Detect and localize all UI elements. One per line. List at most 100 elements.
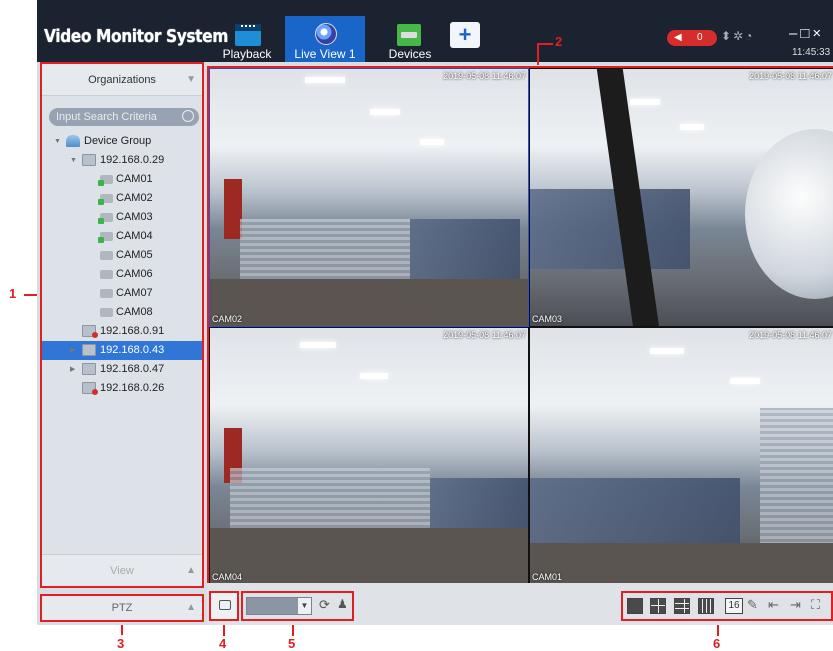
gear-icon[interactable]: ✲: [733, 29, 745, 43]
refresh-icon[interactable]: ⟳: [319, 597, 330, 613]
video-timestamp: 2019-05-08 11:46:07: [749, 71, 832, 81]
tree-item-cam01[interactable]: CAM01: [42, 170, 202, 189]
alarm-badge[interactable]: ◀ 0: [667, 30, 717, 46]
tree-item-192-168-0-91[interactable]: 192.168.0.91: [42, 322, 202, 341]
expand-arrow-icon[interactable]: ▶: [70, 341, 75, 360]
tree-item-label: CAM01: [116, 173, 153, 185]
ceiling-light: [730, 378, 760, 384]
organizations-header[interactable]: Organizations ▼: [42, 64, 202, 96]
maximize-icon[interactable]: □: [800, 25, 812, 42]
nvr-icon: [82, 382, 98, 395]
search-icon[interactable]: [182, 110, 194, 122]
previous-page-icon[interactable]: ⇤: [768, 597, 779, 613]
glass-partition: [230, 468, 430, 528]
header-icons: ⬍✲◔: [721, 29, 754, 43]
video-timestamp: 2019-05-08 11:46:07: [749, 330, 832, 340]
camera-icon: [100, 270, 113, 279]
camera-icon: [98, 213, 113, 224]
tab-live-view[interactable]: Live View 1: [285, 16, 365, 62]
tree-item-cam03[interactable]: CAM03: [42, 208, 202, 227]
tab-devices[interactable]: Devices: [377, 16, 443, 62]
snapshot-button[interactable]: [209, 591, 239, 621]
video-timestamp: 2019-05-08 11:46:07: [443, 71, 526, 81]
tab-live-view-label: Live View 1: [294, 47, 356, 61]
tree-item-192-168-0-26[interactable]: 192.168.0.26: [42, 379, 202, 398]
video-cell-3[interactable]: 2019-05-08 11:46:07 CAM04: [209, 327, 529, 585]
tree-item-192-168-0-47[interactable]: ▶ 192.168.0.47: [42, 360, 202, 379]
edit-icon[interactable]: ✎: [747, 597, 758, 613]
ptz-title: PTZ: [111, 602, 133, 614]
tree-item-cam04[interactable]: CAM04: [42, 227, 202, 246]
nvr-icon: [82, 344, 96, 356]
minimize-icon[interactable]: –: [789, 25, 800, 42]
nvr-icon: [82, 325, 98, 338]
annotation-2-line: [537, 43, 553, 45]
tree-item-label: 192.168.0.26: [100, 382, 165, 394]
annotation-5-line: [292, 624, 294, 636]
tree-item-device-group[interactable]: ▼ Device Group: [42, 132, 202, 151]
tree-item-label: 192.168.0.29: [100, 154, 165, 166]
camera-icon: [98, 194, 113, 205]
video-camera-name: CAM01: [532, 572, 563, 582]
video-grid: 2019-05-08 11:46:07 CAM02 2019-05-08 11:…: [207, 66, 833, 585]
chevron-up-icon[interactable]: ▲: [186, 555, 196, 587]
video-cell-2[interactable]: 2019-05-08 11:46:07 CAM03: [529, 68, 833, 327]
video-camera-name: CAM03: [532, 314, 563, 324]
tree-item-192-168-0-43[interactable]: ▶ 192.168.0.43: [42, 341, 202, 360]
tree-item-label: 192.168.0.91: [100, 325, 165, 337]
nvr-icon: [82, 363, 96, 375]
chevron-down-icon[interactable]: ▼: [186, 64, 196, 96]
chevron-up-icon[interactable]: ▲: [186, 596, 196, 620]
close-icon[interactable]: ×: [812, 25, 824, 42]
view-section-header[interactable]: View ▲: [42, 554, 202, 586]
chevron-down-icon[interactable]: ▼: [298, 598, 311, 614]
tree-item-label: 192.168.0.43: [100, 344, 165, 356]
clock: 11:45:33: [792, 47, 831, 58]
tree-item-label: CAM05: [116, 249, 153, 261]
tree-item-192-168-0-29[interactable]: ▼ 192.168.0.29: [42, 151, 202, 170]
tree-item-label: CAM03: [116, 211, 153, 223]
video-cell-1[interactable]: 2019-05-08 11:46:07 CAM02: [209, 68, 529, 327]
user-icon[interactable]: ♟: [337, 597, 348, 611]
layout-4-icon[interactable]: [650, 598, 666, 614]
expand-arrow-icon[interactable]: ▶: [70, 360, 75, 379]
tree-item-cam02[interactable]: CAM02: [42, 189, 202, 208]
add-tab-button[interactable]: +: [450, 22, 480, 48]
ceiling-light: [650, 348, 684, 354]
camera-icon: [100, 251, 113, 260]
organizations-title: Organizations: [88, 74, 156, 86]
app-window: Video Monitor System Playback Live View …: [37, 0, 833, 625]
tab-playback[interactable]: Playback: [217, 16, 277, 62]
layout-8-icon[interactable]: [698, 598, 714, 614]
layout-16-button[interactable]: 16: [725, 598, 743, 614]
fullscreen-icon[interactable]: ⛶: [811, 597, 820, 613]
nvr-icon: [82, 154, 96, 166]
tree-item-cam05[interactable]: CAM05: [42, 246, 202, 265]
window-controls: –□×: [789, 25, 824, 42]
collapse-arrow-icon[interactable]: ▼: [70, 151, 77, 170]
tree-item-cam06[interactable]: CAM06: [42, 265, 202, 284]
tree-item-cam08[interactable]: CAM08: [42, 303, 202, 322]
floor: [530, 543, 833, 584]
ceiling-light: [680, 124, 704, 130]
annotation-2-line: [537, 43, 539, 65]
annotation-1: 1: [9, 286, 17, 301]
tree-item-label: CAM06: [116, 268, 153, 280]
video-timestamp: 2019-05-08 11:46:07: [443, 330, 526, 340]
next-page-icon[interactable]: ⇥: [790, 597, 801, 613]
camera-icon: [98, 232, 113, 243]
speed-icon[interactable]: ◔: [745, 29, 754, 43]
annotation-4-line: [223, 624, 225, 636]
layout-1-icon[interactable]: [627, 598, 643, 614]
layout-6-icon[interactable]: [674, 598, 690, 614]
user-icon[interactable]: ⬍: [721, 29, 733, 43]
ceiling-light: [360, 373, 388, 379]
search-input[interactable]: Input Search Criteria: [49, 108, 199, 126]
tree-item-cam07[interactable]: CAM07: [42, 284, 202, 303]
collapse-arrow-icon[interactable]: ▼: [54, 132, 61, 151]
stream-select[interactable]: ▼: [246, 597, 312, 615]
ptz-section-header[interactable]: PTZ ▲: [40, 594, 204, 622]
tree-item-label: CAM02: [116, 192, 153, 204]
video-cell-4[interactable]: 2019-05-08 11:46:07 CAM01: [529, 327, 833, 585]
alarm-count: 0: [697, 32, 703, 43]
